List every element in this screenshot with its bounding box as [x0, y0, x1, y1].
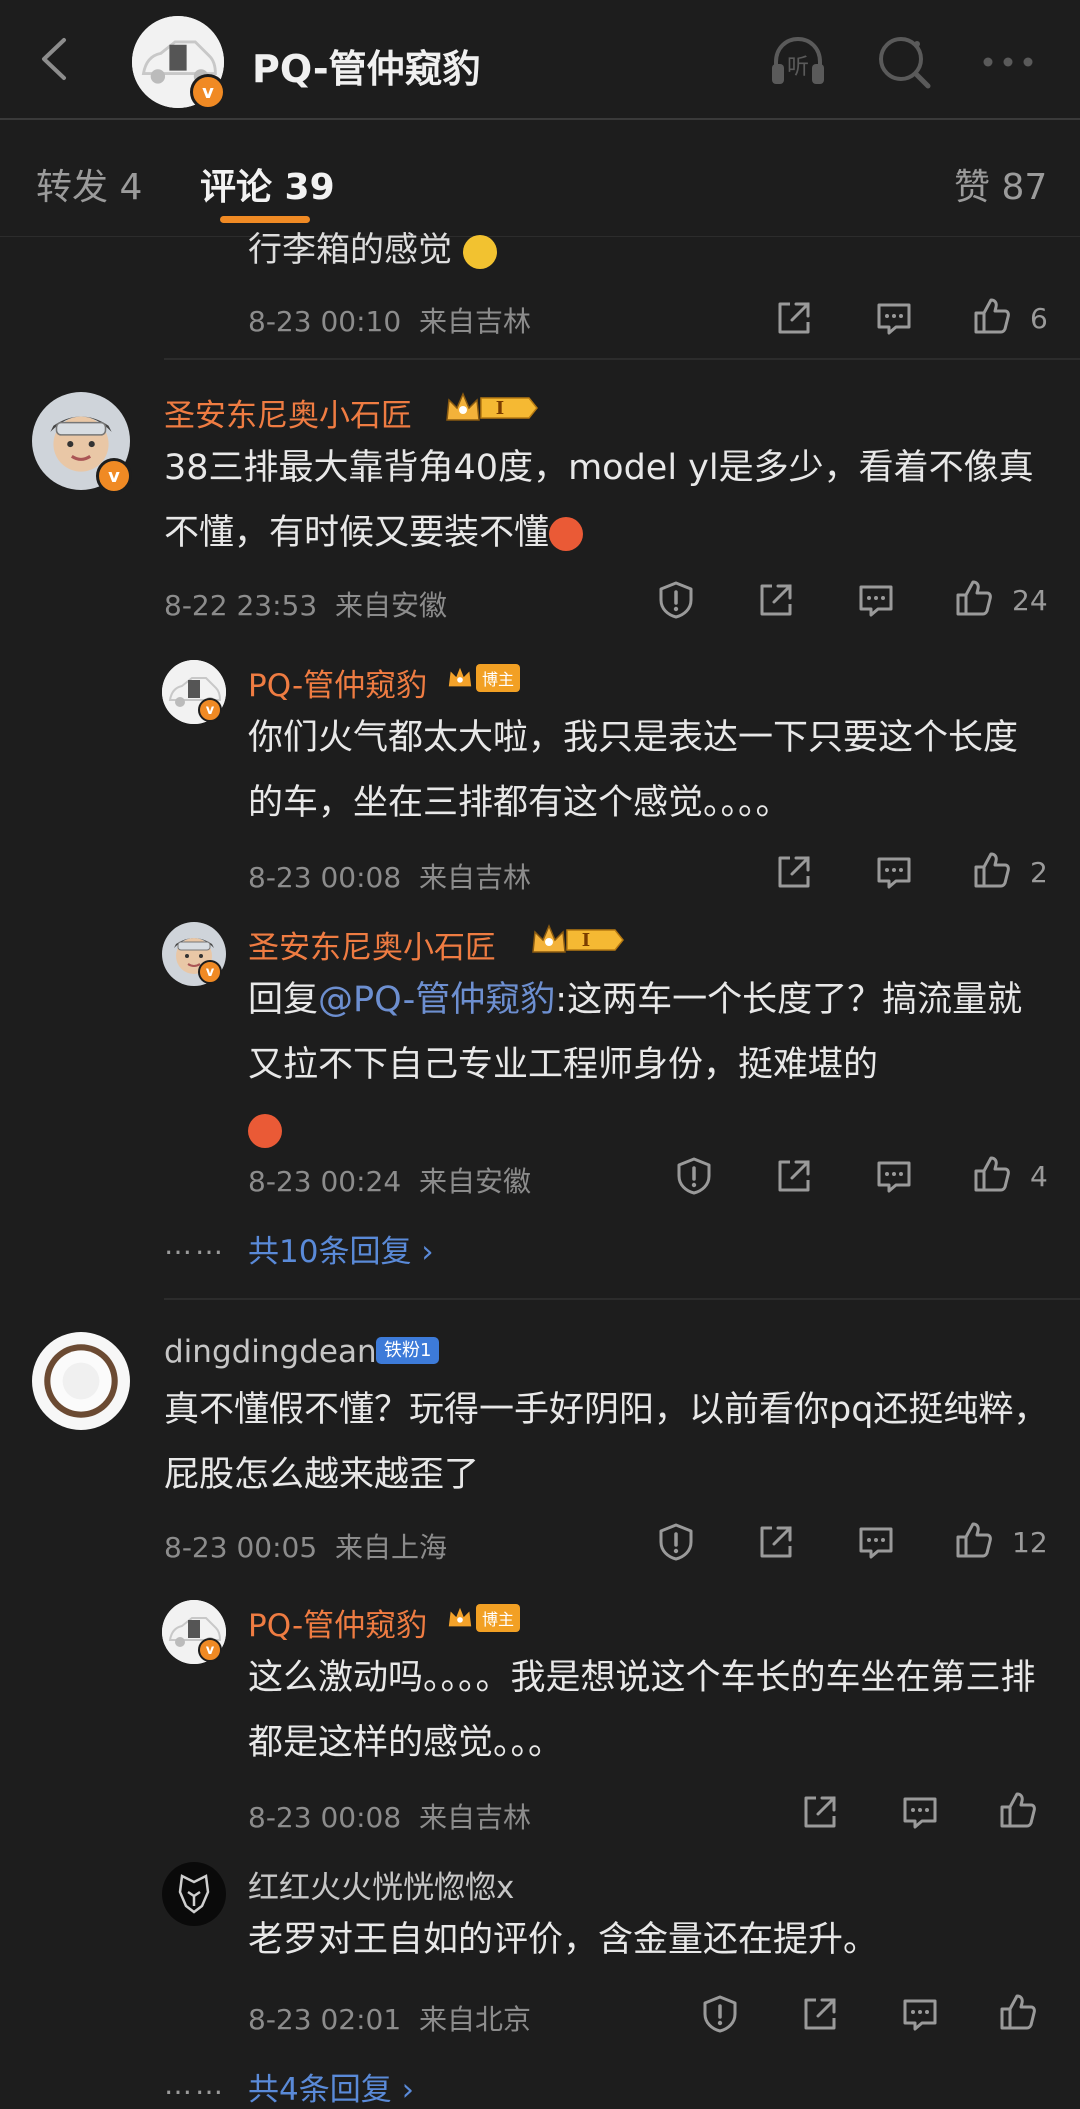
reply-username[interactable]: PQ-管仲窥豹 — [248, 660, 427, 705]
reply-meta: 8-23 02:01 来自北京 — [248, 2003, 531, 2036]
search-icon[interactable] — [872, 30, 936, 94]
username[interactable]: dingdingdean — [164, 1334, 377, 1370]
fan-rank-badge: I — [524, 920, 634, 960]
laugh-emoji-icon — [462, 234, 497, 269]
reply-text: 回复@PQ-管仲窥豹:这两车一个长度了？搞流量就又拉不下自己专业工程师身份，挺难… — [248, 968, 1048, 1163]
listen-headphones-icon[interactable]: 听 — [766, 30, 830, 94]
author-name[interactable]: PQ-管仲窥豹 — [252, 38, 481, 93]
share-icon[interactable] — [756, 1522, 796, 1562]
ellipsis: …… — [164, 1228, 226, 1261]
fan-rank-badge: I — [438, 388, 548, 428]
tab-likes[interactable]: 赞 87 — [954, 158, 1047, 210]
like-count: 2 — [1030, 856, 1048, 889]
reply-meta: 8-23 00:08 来自吉林 — [248, 861, 531, 894]
reply-username[interactable]: PQ-管仲窥豹 — [248, 1600, 427, 1645]
reply-username[interactable]: 红红火火恍恍惚惚x — [248, 1862, 514, 1907]
comment-icon[interactable] — [900, 1994, 940, 2034]
angry-emoji-icon — [248, 1114, 282, 1148]
comment-meta: 8-22 23:53 来自安徽 — [164, 589, 447, 622]
comment-icon[interactable] — [856, 1522, 896, 1562]
comment-icon[interactable] — [874, 298, 914, 338]
more-options-icon[interactable] — [976, 30, 1040, 94]
verified-badge-icon: v — [96, 458, 132, 494]
ellipsis: …… — [164, 2068, 226, 2101]
comment-icon[interactable] — [874, 1156, 914, 1196]
like-count: 12 — [1012, 1526, 1048, 1559]
user-avatar[interactable] — [32, 1332, 130, 1430]
tab-bar: 转发 4 评论 39 赞 87 — [0, 120, 1080, 237]
reply-avatar[interactable] — [162, 1862, 226, 1926]
report-icon[interactable] — [700, 1994, 740, 2034]
share-icon[interactable] — [756, 580, 796, 620]
back-arrow-icon[interactable] — [34, 36, 74, 82]
report-icon[interactable] — [674, 1156, 714, 1196]
username[interactable]: 圣安东尼奥小石匠 — [164, 390, 412, 435]
crown-rank-icon: I — [438, 388, 548, 428]
share-icon[interactable] — [800, 1792, 840, 1832]
mention-link[interactable]: @PQ-管仲窥豹 — [318, 980, 555, 1020]
comment-meta: 8-23 00:10 来自吉林 — [248, 305, 531, 338]
like-icon[interactable] — [972, 850, 1012, 890]
tab-repost[interactable]: 转发 4 — [36, 158, 142, 210]
report-icon[interactable] — [656, 580, 696, 620]
report-icon[interactable] — [656, 1522, 696, 1562]
divider — [164, 1298, 1080, 1300]
like-count: 6 — [1030, 302, 1048, 335]
reply-text: 你们火气都太大啦，我只是表达一下只要这个长度的车，坐在三排都有这个感觉。。。。 — [248, 718, 1019, 823]
like-icon[interactable] — [998, 1992, 1038, 2032]
reply-text: 这么激动吗。。。。我是想说这个车长的车坐在第三排都是这样的感觉。。。 — [248, 1658, 1036, 1763]
reply-username[interactable]: 圣安东尼奥小石匠 — [248, 922, 496, 967]
comment-icon[interactable] — [874, 852, 914, 892]
svg-text:I: I — [582, 930, 590, 951]
author-badge: 博主 — [446, 664, 521, 692]
author-badge: 博主 — [446, 1604, 521, 1632]
reply-meta: 8-23 00:08 来自吉林 — [248, 1801, 531, 1834]
verified-badge-icon: v — [190, 74, 226, 110]
svg-text:听: 听 — [787, 55, 809, 80]
like-icon[interactable] — [972, 1154, 1012, 1194]
more-replies-link[interactable]: 共10条回复 › — [248, 1226, 434, 1271]
crown-icon — [446, 1604, 474, 1632]
like-icon[interactable] — [972, 296, 1012, 336]
share-icon[interactable] — [774, 852, 814, 892]
share-icon[interactable] — [800, 1994, 840, 2034]
comment-icon[interactable] — [900, 1792, 940, 1832]
verified-badge-icon: v — [198, 1638, 222, 1662]
crown-icon — [446, 664, 474, 692]
comment-meta: 8-23 00:05 来自上海 — [164, 1531, 447, 1564]
comment-text-partial: 行李箱的感觉 — [248, 222, 497, 271]
comment-text: 38三排最大靠背角40度，model yl是多少，看着不像真不懂，有时候又要装不… — [164, 448, 1034, 553]
crown-rank-icon: I — [524, 920, 634, 960]
verified-badge-icon: v — [198, 698, 222, 722]
like-icon[interactable] — [954, 1520, 994, 1560]
reply-meta: 8-23 00:24 来自安徽 — [248, 1165, 531, 1198]
divider — [164, 358, 1080, 360]
reply-text: 老罗对王自如的评价，含金量还在提升。 — [248, 1920, 879, 1960]
like-icon[interactable] — [954, 578, 994, 618]
angry-emoji-icon — [549, 517, 584, 551]
fan-level-badge: 铁粉1 — [376, 1336, 440, 1364]
top-bar: v PQ-管仲窥豹 听 — [0, 0, 1080, 120]
comment-icon[interactable] — [856, 580, 896, 620]
share-icon[interactable] — [774, 298, 814, 338]
verified-badge-icon: v — [198, 960, 222, 984]
like-icon[interactable] — [998, 1790, 1038, 1830]
comment-text: 真不懂假不懂？玩得一手好阴阳，以前看你pq还挺纯粹，屁股怎么越来越歪了 — [164, 1390, 1049, 1495]
like-count: 24 — [1012, 584, 1048, 617]
svg-text:I: I — [496, 398, 504, 419]
share-icon[interactable] — [774, 1156, 814, 1196]
tab-comments[interactable]: 评论 39 — [200, 158, 335, 210]
like-count: 4 — [1030, 1160, 1048, 1193]
more-replies-link[interactable]: 共4条回复 › — [248, 2064, 414, 2109]
